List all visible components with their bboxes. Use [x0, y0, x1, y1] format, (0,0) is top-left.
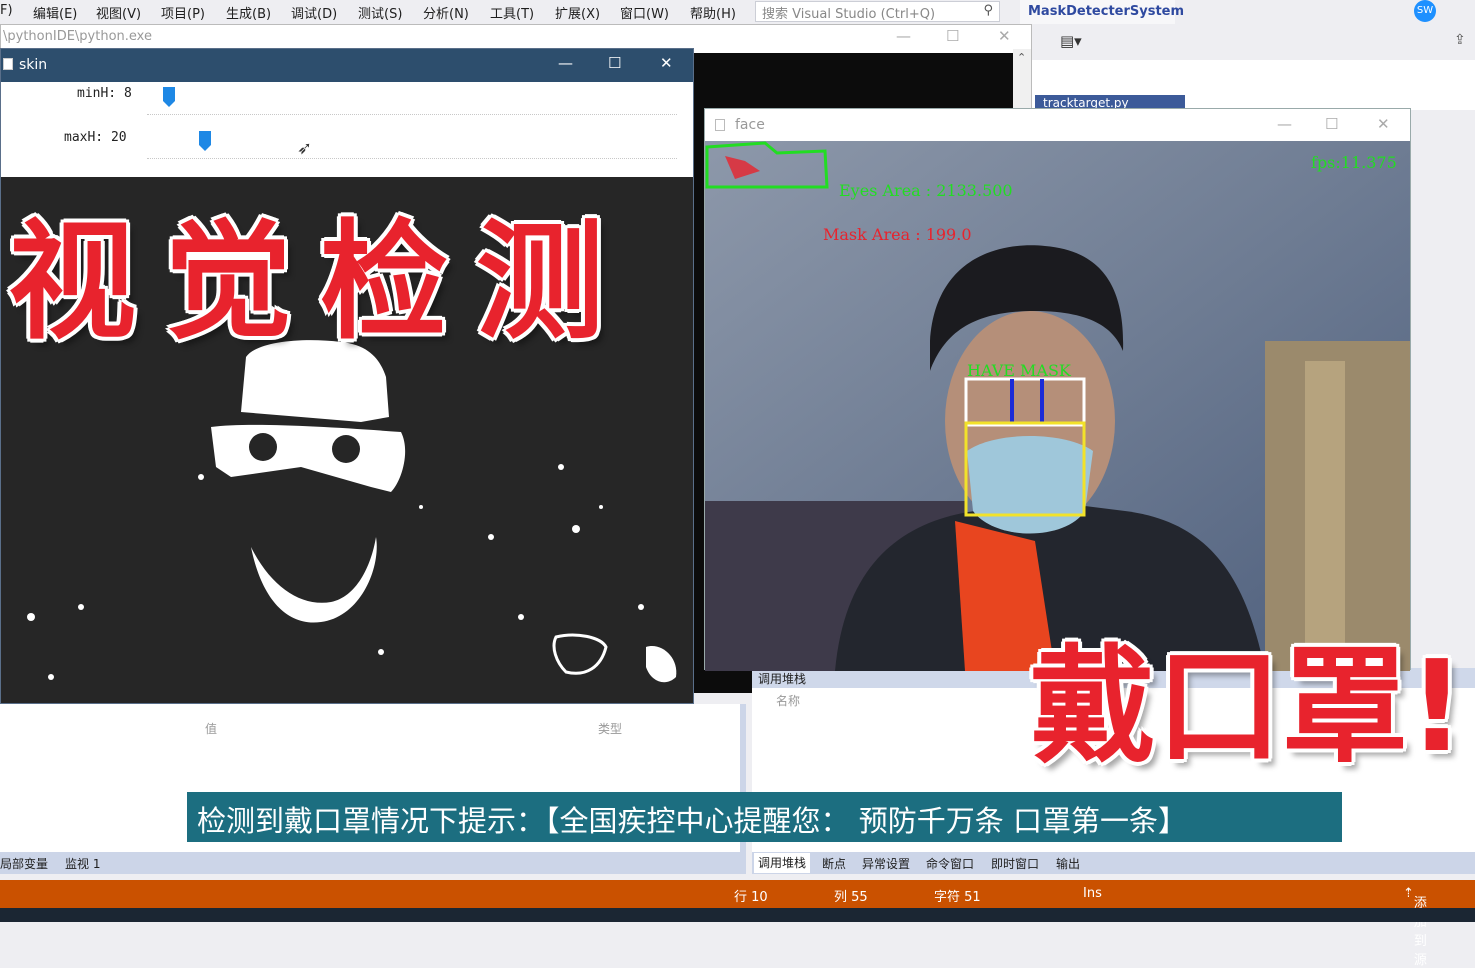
mouse-cursor-icon: ➶	[297, 138, 313, 159]
layout-icon[interactable]: ▤▾	[1060, 32, 1082, 50]
skin-window: skin — ☐ ✕ minH: 8 maxH: 20 ➶	[0, 48, 694, 704]
eyes-area-text: Eyes Area : 2133.500	[839, 181, 1013, 200]
maximize-icon[interactable]: ☐	[946, 27, 959, 45]
minimize-icon[interactable]: —	[558, 54, 573, 72]
camera-feed: Eyes Area : 2133.500 Mask Area : 199.0 f…	[705, 141, 1410, 671]
tab-locals[interactable]: 局部变量	[0, 855, 48, 872]
solution-name: MaskDetecterSystem	[1020, 0, 1184, 24]
face-titlebar: face — ☐ ✕	[705, 109, 1410, 141]
menu-project[interactable]: 项目(P)	[161, 3, 205, 22]
mask-caption-overlay: 戴口罩!	[1030, 633, 1466, 780]
video-title-overlay: 视觉检测	[8, 208, 633, 357]
maximize-icon[interactable]: ☐	[1325, 115, 1338, 133]
tab-callstack[interactable]: 调用堆栈	[754, 853, 811, 873]
mask-status-label: HAVE MASK	[967, 361, 1071, 380]
menu-debug[interactable]: 调试(D)	[291, 3, 337, 22]
share-icon[interactable]: ⇪	[1454, 32, 1466, 48]
column-value: 值	[205, 722, 218, 736]
menu-bar: F) 编辑(E) 视图(V) 项目(P) 生成(B) 调试(D) 测试(S) 分…	[0, 0, 1475, 24]
source-control-button[interactable]: ⇡ 添加到源	[1403, 886, 1427, 968]
minh-label: minH: 8	[77, 86, 132, 101]
status-char: 字符 51	[934, 890, 981, 905]
vs-toolbar: ▤▾ ⇪	[1030, 24, 1475, 60]
console-titlebar: \pythonIDE\python.exe — ☐ ✕	[1, 25, 1031, 49]
menu-help[interactable]: 帮助(H)	[690, 3, 736, 22]
tab-breakpoints[interactable]: 断点	[822, 855, 846, 872]
maxh-slider[interactable]	[199, 131, 211, 151]
close-icon[interactable]: ✕	[1377, 115, 1390, 133]
debug-tabs-left: 局部变量 监视 1	[0, 852, 746, 874]
window-icon	[3, 58, 13, 70]
menu-extensions[interactable]: 扩展(X)	[555, 3, 600, 22]
menu-test[interactable]: 测试(S)	[358, 3, 402, 22]
user-avatar[interactable]: SW	[1414, 0, 1436, 22]
column-name: 名称	[776, 694, 801, 708]
scroll-up-icon[interactable]: ⌃	[1017, 51, 1026, 64]
status-column: 列 55	[834, 890, 868, 905]
debug-tabs-right: 调用堆栈 断点 异常设置 命令窗口 即时窗口 输出	[752, 852, 1475, 874]
callstack-title: 调用堆栈	[758, 672, 807, 686]
subtitle-bar: 检测到戴口罩情况下提示：【全国疾控中心提醒您： 预防千万条 口罩第一条】	[187, 792, 1342, 842]
console-title: \pythonIDE\python.exe	[3, 29, 152, 44]
menu-tools[interactable]: 工具(T)	[490, 3, 534, 22]
close-icon[interactable]: ✕	[660, 54, 673, 72]
skin-title: skin	[19, 57, 48, 73]
tab-command-window[interactable]: 命令窗口	[926, 855, 974, 872]
tab-output[interactable]: 输出	[1056, 855, 1080, 872]
tab-watch-1[interactable]: 监视 1	[65, 855, 100, 872]
taskbar	[0, 908, 1475, 922]
menu-window[interactable]: 窗口(W)	[620, 3, 669, 22]
fps-text: fps:11.375	[1311, 153, 1397, 172]
status-line: 行 10	[734, 890, 768, 905]
window-icon	[715, 119, 725, 131]
close-icon[interactable]: ✕	[998, 27, 1011, 45]
menu-analyze[interactable]: 分析(N)	[423, 3, 469, 22]
menu-edit[interactable]: 编辑(E)	[33, 3, 77, 22]
menu-file[interactable]: F)	[0, 3, 13, 18]
mask-area-text: Mask Area : 199.0	[823, 225, 972, 244]
menu-view[interactable]: 视图(V)	[96, 3, 141, 22]
skin-titlebar: skin — ☐ ✕	[1, 49, 693, 82]
trackbar-panel: minH: 8 maxH: 20 ➶	[1, 82, 693, 177]
minh-track[interactable]	[147, 114, 677, 115]
maxh-label: maxH: 20	[64, 130, 127, 145]
tab-exception-settings[interactable]: 异常设置	[862, 855, 910, 872]
search-placeholder: 搜索 Visual Studio (Ctrl+Q)	[762, 7, 936, 22]
maxh-track[interactable]	[147, 158, 677, 159]
source-control-label: 添加到源	[1413, 896, 1427, 968]
tab-immediate-window[interactable]: 即时窗口	[991, 855, 1039, 872]
status-bar: 行 10 列 55 字符 51 Ins ⇡ 添加到源	[0, 880, 1475, 968]
vs-search-input[interactable]: 搜索 Visual Studio (Ctrl+Q) ⚲	[755, 1, 1000, 22]
minimize-icon[interactable]: —	[896, 27, 911, 45]
column-type: 类型	[598, 722, 623, 736]
camera-scene	[705, 141, 1410, 671]
status-mode: Ins	[1083, 886, 1102, 901]
document-tab[interactable]: tracktarget.py	[1035, 95, 1185, 109]
minh-slider[interactable]	[163, 87, 175, 107]
search-icon: ⚲	[983, 3, 993, 18]
face-title: face	[735, 117, 765, 133]
face-window: face — ☐ ✕ Eyes Area: 2133.500 Mask Are…	[704, 108, 1411, 671]
minimize-icon[interactable]: —	[1277, 115, 1292, 133]
maximize-icon[interactable]: ☐	[608, 54, 621, 72]
menu-build[interactable]: 生成(B)	[226, 3, 271, 22]
